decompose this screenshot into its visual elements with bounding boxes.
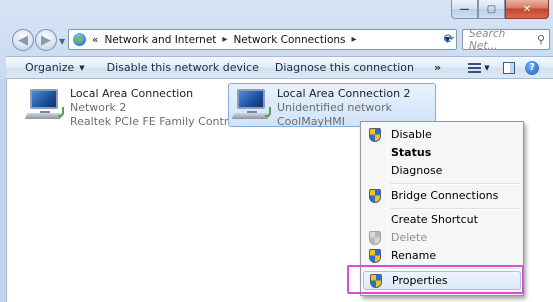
back-arrow-icon: ◀ — [18, 32, 28, 48]
breadcrumb-separator-icon[interactable]: ▸ — [222, 34, 227, 45]
menu-item-label: Status — [391, 146, 432, 159]
connection-network: Unidentified network — [277, 101, 393, 114]
connection-item-local-area-connection[interactable]: Local Area Connection Network 2 Realtek … — [22, 84, 256, 132]
menu-item-create-shortcut[interactable]: Create Shortcut — [363, 210, 521, 229]
organize-label: Organize — [25, 61, 75, 74]
help-icon[interactable]: ? — [525, 60, 539, 75]
breadcrumb-network-and-internet[interactable]: Network and Internet — [104, 34, 216, 46]
navigation-buttons: ◀ ▶ ▼ — [12, 29, 65, 51]
refresh-icon: ⟳ — [443, 32, 455, 47]
network-adapter-icon — [24, 87, 66, 121]
menu-item-label: Bridge Connections — [391, 189, 499, 202]
menu-item-label: Diagnose — [391, 164, 443, 177]
menu-item-disable[interactable]: Disable — [363, 125, 521, 144]
disable-device-label: Disable this network device — [106, 61, 259, 74]
minimize-button[interactable]: — — [451, 0, 478, 19]
network-adapter-icon — [231, 87, 273, 121]
more-commands-button[interactable]: » — [426, 61, 448, 74]
menu-item-delete: Delete — [363, 228, 521, 247]
connection-adapter: Realtek PCIe FE Family Controller — [70, 115, 253, 128]
menu-item-diagnose[interactable]: Diagnose — [363, 161, 521, 180]
caption-buttons: — ▢ ✕ — [451, 0, 549, 20]
menu-item-rename[interactable]: Rename — [363, 246, 521, 265]
menu-item-label: Rename — [391, 249, 437, 262]
back-button[interactable]: ◀ — [12, 29, 34, 51]
close-button[interactable]: ✕ — [505, 0, 549, 19]
refresh-button[interactable]: ⟳ — [441, 32, 457, 48]
maximize-button[interactable]: ▢ — [478, 0, 505, 19]
menu-item-status[interactable]: Status — [363, 143, 521, 162]
view-controls: ▼ ? — [465, 60, 553, 75]
breadcrumb-separator-icon[interactable]: ▸ — [352, 34, 357, 45]
address-overflow-chevron[interactable]: « — [92, 34, 98, 46]
chevron-down-icon: ▼ — [484, 63, 490, 72]
organize-menu-button[interactable]: Organize ▼ — [6, 61, 93, 74]
menu-item-label: Delete — [391, 231, 428, 244]
search-icon[interactable]: ⚲ — [537, 33, 545, 46]
connection-name: Local Area Connection — [70, 87, 194, 100]
menu-item-bridge-connections[interactable]: Bridge Connections — [363, 186, 521, 205]
breadcrumb-network-connections[interactable]: Network Connections — [233, 34, 345, 46]
change-view-button[interactable]: ▼ — [465, 62, 493, 73]
address-bar[interactable]: « Network and Internet ▸ Network Connect… — [68, 29, 457, 50]
connection-network: Network 2 — [70, 101, 127, 114]
uac-shield-icon — [369, 248, 381, 263]
chevron-down-icon: ▼ — [79, 63, 85, 72]
menu-separator — [390, 183, 520, 185]
disable-device-button[interactable]: Disable this network device — [99, 61, 267, 74]
diagnose-connection-button[interactable]: Diagnose this connection — [267, 61, 422, 74]
uac-shield-icon — [369, 127, 381, 142]
uac-shield-icon — [369, 230, 381, 245]
preview-pane-icon[interactable] — [503, 61, 515, 74]
forward-arrow-icon: ▶ — [41, 32, 51, 48]
diagnose-connection-label: Diagnose this connection — [274, 61, 414, 74]
connection-name: Local Area Connection 2 — [277, 87, 411, 100]
recent-pages-dropdown[interactable]: ▼ — [59, 37, 65, 51]
forward-button[interactable]: ▶ — [35, 29, 57, 51]
menu-item-label: Disable — [391, 128, 432, 141]
command-bar: Organize ▼ Disable this network device D… — [6, 56, 553, 79]
annotation-highlight-box — [347, 265, 524, 294]
search-input[interactable]: Search Net... ⚲ — [462, 27, 550, 52]
search-placeholder: Search Net... — [469, 27, 506, 52]
uac-shield-icon — [369, 188, 381, 203]
menu-item-label: Create Shortcut — [391, 213, 478, 226]
view-list-icon — [468, 62, 482, 73]
network-globe-icon — [73, 33, 87, 46]
